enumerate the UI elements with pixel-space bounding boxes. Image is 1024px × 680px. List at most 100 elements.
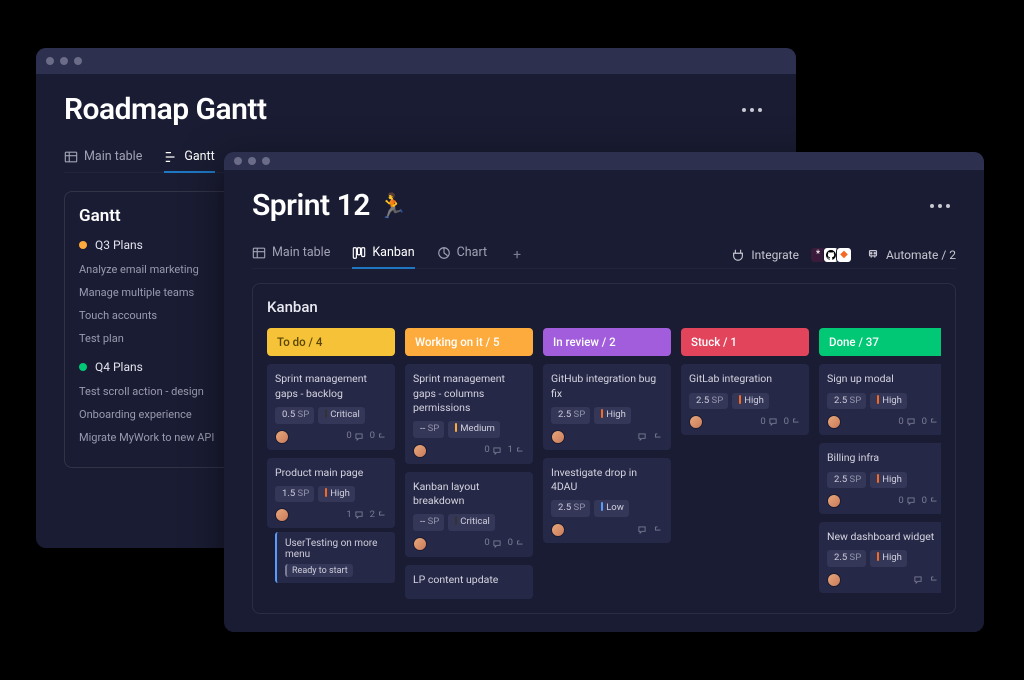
- gantt-item[interactable]: Test scroll action - design: [79, 380, 219, 403]
- comments-count[interactable]: [913, 575, 923, 585]
- traffic-light-dot[interactable]: [46, 57, 54, 65]
- priority-chip[interactable]: Critical: [448, 514, 495, 531]
- kanban-card[interactable]: Product main page1.5 SPHigh1 2: [267, 458, 395, 529]
- priority-chip[interactable]: Low: [594, 500, 629, 517]
- column-header[interactable]: Done / 37: [819, 328, 941, 356]
- priority-chip[interactable]: High: [870, 550, 907, 567]
- priority-chip[interactable]: High: [870, 472, 907, 489]
- kanban-card[interactable]: Billing infra2.5 SPHigh0 0: [819, 443, 941, 514]
- priority-chip[interactable]: Medium: [448, 421, 500, 438]
- add-view-button[interactable]: +: [509, 247, 525, 263]
- gantt-item[interactable]: Migrate MyWork to new API: [79, 426, 219, 449]
- story-points-chip[interactable]: 2.5 SP: [689, 393, 728, 410]
- tab-gantt[interactable]: Gantt: [164, 145, 214, 172]
- assignee-avatar[interactable]: [827, 573, 841, 587]
- kanban-card[interactable]: Kanban layout breakdown-- SPCritical0 0: [405, 472, 533, 557]
- automate-button[interactable]: Automate / 2: [866, 248, 956, 262]
- subitems-count[interactable]: 0: [784, 416, 801, 429]
- card-meta-icons: 0 0: [346, 430, 387, 443]
- comments-count[interactable]: [637, 432, 647, 442]
- subitems-count[interactable]: 2: [370, 509, 387, 522]
- story-points-chip[interactable]: 2.5 SP: [551, 407, 590, 424]
- card-footer: 0 0: [689, 415, 801, 429]
- comments-count[interactable]: 0: [760, 416, 777, 429]
- tab-main-table[interactable]: Main table: [64, 145, 142, 172]
- card-meta-icons: 0 1: [484, 444, 525, 457]
- kanban-card[interactable]: GitHub integration bug fix2.5 SPHigh: [543, 364, 671, 449]
- story-points-chip[interactable]: 2.5 SP: [551, 500, 590, 517]
- priority-chip[interactable]: High: [870, 393, 907, 410]
- card-meta-icons: [913, 575, 939, 585]
- kanban-card[interactable]: Sprint management gaps - backlog0.5 SPCr…: [267, 364, 395, 449]
- tab-chart[interactable]: Chart: [437, 241, 487, 268]
- column-header[interactable]: In review / 2: [543, 328, 671, 356]
- subitems-count[interactable]: 0: [922, 416, 939, 429]
- kanban-subitem[interactable]: UserTesting on more menuReady to start: [275, 532, 395, 583]
- integration-app-icons[interactable]: * ◆: [813, 247, 852, 263]
- group-header-q3[interactable]: Q3 Plans: [79, 238, 219, 252]
- kanban-card[interactable]: New dashboard widget2.5 SPHigh: [819, 522, 941, 593]
- assignee-avatar[interactable]: [689, 415, 703, 429]
- integrate-button[interactable]: Integrate: [731, 248, 799, 262]
- comments-count[interactable]: 0: [898, 416, 915, 429]
- subitems-count[interactable]: 0: [508, 537, 525, 550]
- group-header-q4[interactable]: Q4 Plans: [79, 360, 219, 374]
- comments-count[interactable]: [637, 525, 647, 535]
- story-points-chip[interactable]: 2.5 SP: [827, 393, 866, 410]
- subitems-count[interactable]: 1: [508, 444, 525, 457]
- column-header[interactable]: To do / 4: [267, 328, 395, 356]
- gantt-item[interactable]: Manage multiple teams: [79, 281, 219, 304]
- tab-main-table[interactable]: Main table: [252, 241, 330, 268]
- gantt-item[interactable]: Onboarding experience: [79, 403, 219, 426]
- traffic-light-dot[interactable]: [262, 157, 270, 165]
- traffic-light-dot[interactable]: [248, 157, 256, 165]
- kanban-card[interactable]: LP content update: [405, 565, 533, 599]
- gantt-item[interactable]: Test plan: [79, 327, 219, 350]
- priority-chip[interactable]: High: [594, 407, 631, 424]
- kanban-card[interactable]: Sign up modal2.5 SPHigh0 0: [819, 364, 941, 435]
- priority-chip[interactable]: High: [318, 486, 355, 503]
- assignee-avatar[interactable]: [827, 494, 841, 508]
- assignee-avatar[interactable]: [275, 430, 289, 444]
- assignee-avatar[interactable]: [275, 508, 289, 522]
- priority-chip[interactable]: Critical: [318, 407, 365, 424]
- story-points-chip[interactable]: -- SP: [413, 421, 444, 438]
- story-points-chip[interactable]: -- SP: [413, 514, 444, 531]
- kanban-card[interactable]: GitLab integration2.5 SPHigh0 0: [681, 364, 809, 435]
- comments-count[interactable]: 1: [346, 509, 363, 522]
- more-menu-button[interactable]: [924, 198, 956, 214]
- assignee-avatar[interactable]: [551, 523, 565, 537]
- comments-count[interactable]: 0: [346, 430, 363, 443]
- tab-kanban[interactable]: Kanban: [352, 241, 414, 268]
- column-header[interactable]: Stuck / 1: [681, 328, 809, 356]
- subitem-status-chip[interactable]: Ready to start: [285, 564, 353, 577]
- more-menu-button[interactable]: [736, 102, 768, 118]
- priority-chip[interactable]: High: [732, 393, 769, 410]
- gantt-item[interactable]: Touch accounts: [79, 304, 219, 327]
- column-header[interactable]: Working on it / 5: [405, 328, 533, 356]
- story-points-chip[interactable]: 2.5 SP: [827, 550, 866, 567]
- subitems-count[interactable]: 0: [370, 430, 387, 443]
- subitems-count[interactable]: [653, 525, 663, 535]
- traffic-light-dot[interactable]: [74, 57, 82, 65]
- kanban-card[interactable]: Sprint management gaps - columns permiss…: [405, 364, 533, 463]
- story-points-chip[interactable]: 1.5 SP: [275, 486, 314, 503]
- assignee-avatar[interactable]: [551, 430, 565, 444]
- board-name: Sprint 12: [252, 188, 370, 223]
- kanban-card[interactable]: Investigate drop in 4DAU2.5 SPLow: [543, 458, 671, 543]
- traffic-light-dot[interactable]: [60, 57, 68, 65]
- subitems-count[interactable]: [653, 432, 663, 442]
- assignee-avatar[interactable]: [413, 444, 427, 458]
- assignee-avatar[interactable]: [413, 537, 427, 551]
- card-chips: 2.5 SPHigh: [827, 472, 939, 489]
- comments-count[interactable]: 0: [898, 495, 915, 508]
- subitems-count[interactable]: 0: [922, 495, 939, 508]
- story-points-chip[interactable]: 2.5 SP: [827, 472, 866, 489]
- comments-count[interactable]: 0: [484, 444, 501, 457]
- traffic-light-dot[interactable]: [234, 157, 242, 165]
- subitems-count[interactable]: [929, 575, 939, 585]
- story-points-chip[interactable]: 0.5 SP: [275, 407, 314, 424]
- comments-count[interactable]: 0: [484, 537, 501, 550]
- gantt-item[interactable]: Analyze email marketing: [79, 258, 219, 281]
- assignee-avatar[interactable]: [827, 415, 841, 429]
